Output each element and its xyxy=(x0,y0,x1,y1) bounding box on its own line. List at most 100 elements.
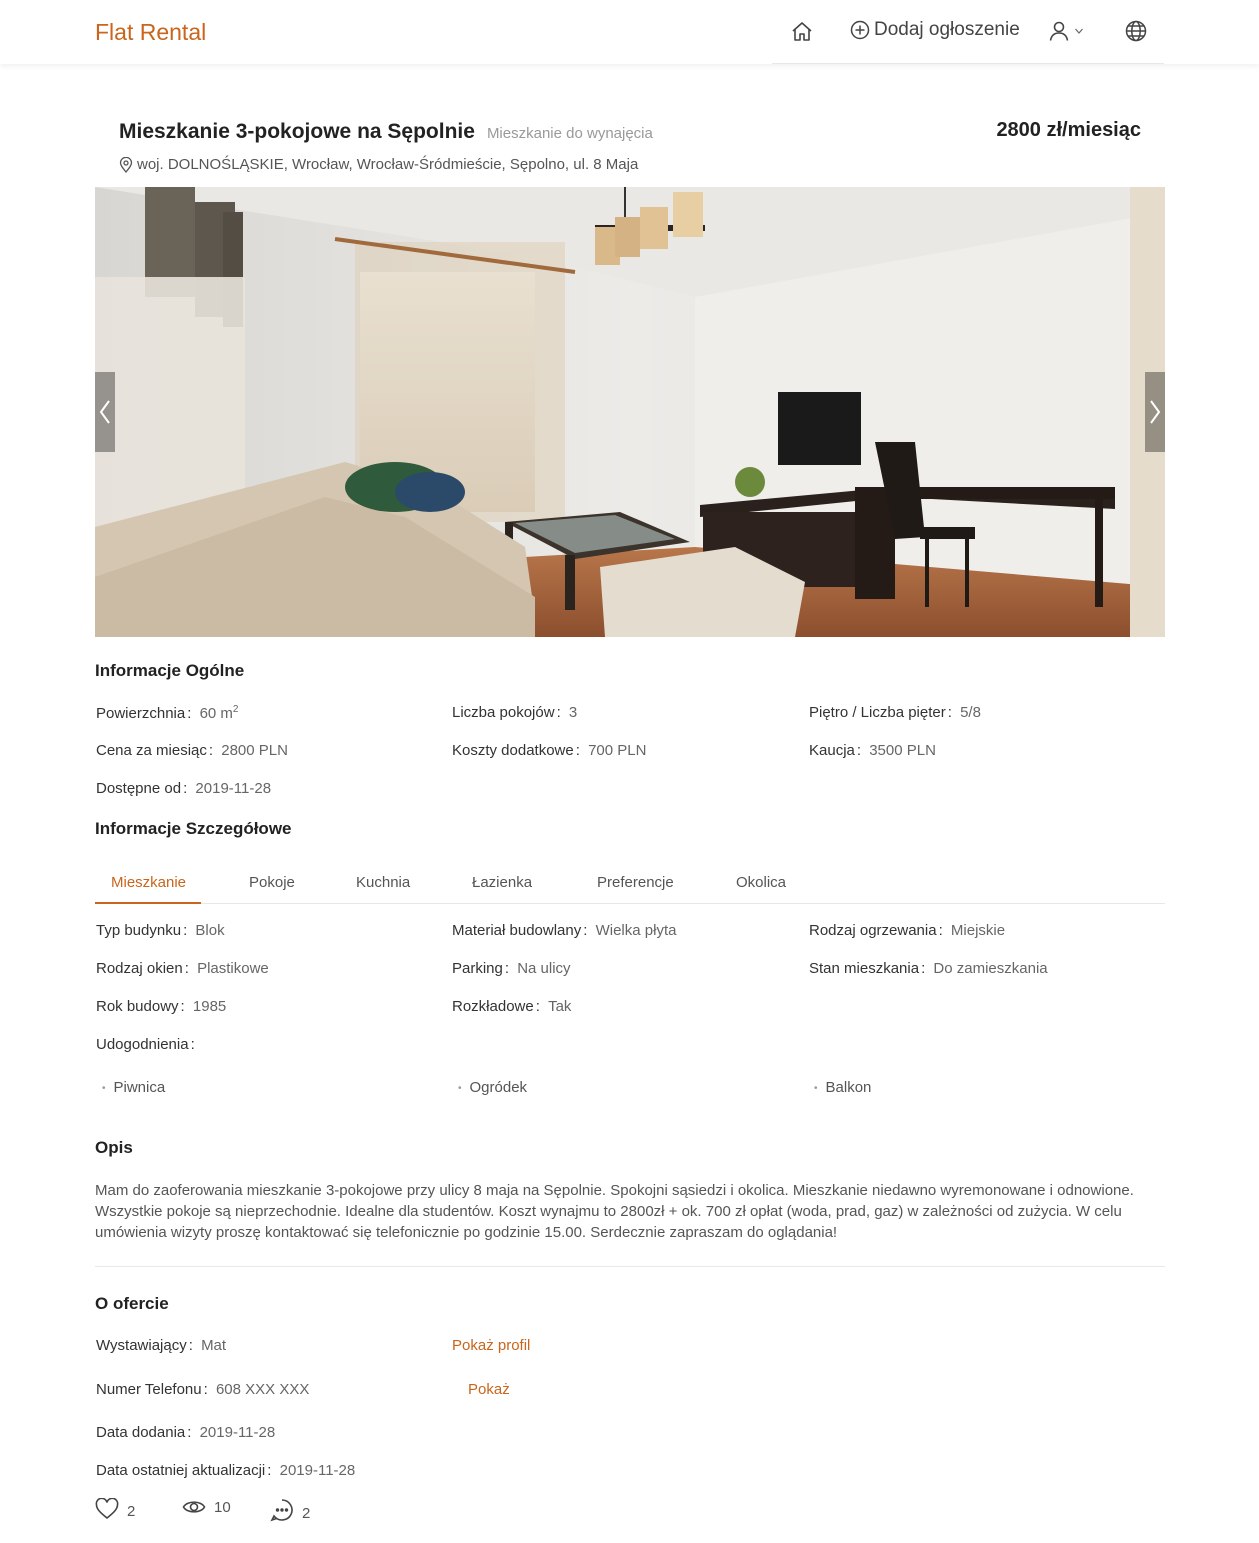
field-layout: Rozkładowe: Tak xyxy=(452,998,572,1015)
amenity-item: • Ogródek xyxy=(458,1079,528,1096)
field-last-update: Data ostatniej aktualizacji: 2019-11-28 xyxy=(96,1462,356,1479)
field-label: Koszty dodatkowe xyxy=(452,742,574,759)
tab-okolica[interactable]: Okolica xyxy=(736,874,786,891)
user-menu[interactable] xyxy=(1048,20,1084,42)
field-phone: Numer Telefonu: 608 XXX XXX xyxy=(96,1381,310,1398)
field-label: Kaucja xyxy=(809,742,855,759)
field-label: Powierzchnia xyxy=(96,705,186,722)
field-value: 1985 xyxy=(192,998,227,1015)
bullet-icon: • xyxy=(102,1082,106,1094)
nav-menu: Dodaj ogłoszenie xyxy=(772,0,1164,64)
field-value: 2019-11-28 xyxy=(279,1462,356,1479)
field-amenities: Udogodnienia: xyxy=(96,1036,195,1053)
field-condition: Stan mieszkania: Do zamieszkania xyxy=(809,960,1048,977)
field-label: Parking xyxy=(452,960,503,977)
tab-lazienka[interactable]: Łazienka xyxy=(472,874,532,891)
field-value: 2019-11-28 xyxy=(195,780,272,797)
tab-preferencje[interactable]: Preferencje xyxy=(597,874,674,891)
views-indicator: 10 xyxy=(182,1498,231,1516)
field-value: Mat xyxy=(201,1337,227,1354)
field-value: Plastikowe xyxy=(197,960,269,977)
field-value: Tak xyxy=(548,998,572,1015)
field-label: Piętro / Liczba pięter xyxy=(809,704,946,721)
field-value: Blok xyxy=(195,922,225,939)
location-pin-icon xyxy=(119,156,133,173)
chevron-down-icon xyxy=(1075,28,1083,34)
field-label: Dostępne od xyxy=(96,780,182,797)
field-deposit: Kaucja: 3500 PLN xyxy=(809,742,936,759)
tab-mieszkanie[interactable]: Mieszkanie xyxy=(111,874,186,891)
user-icon xyxy=(1049,21,1069,41)
field-value: 608 XXX XXX xyxy=(215,1381,310,1398)
site-logo[interactable]: Flat Rental xyxy=(95,19,206,46)
active-tab-indicator xyxy=(95,902,201,904)
likes-button[interactable]: 2 xyxy=(95,1498,135,1520)
top-navbar: Flat Rental Dodaj ogłoszenie xyxy=(0,0,1259,64)
details-heading: Informacje Szczegółowe xyxy=(95,819,292,838)
field-value: 3500 PLN xyxy=(869,742,936,759)
field-extra-costs: Koszty dodatkowe: 700 PLN xyxy=(452,742,647,759)
listing-title: Mieszkanie 3-pokojowe na Sępolnie xyxy=(119,120,475,143)
field-label: Liczba pokojów xyxy=(452,704,555,721)
field-windows: Rodzaj okien: Plastikowe xyxy=(96,960,269,977)
chevron-right-icon xyxy=(1150,400,1161,424)
field-label: Rok budowy xyxy=(96,998,179,1015)
field-heating: Rodzaj ogrzewania: Miejskie xyxy=(809,922,1006,939)
listing-title-row: Mieszkanie 3-pokojowe na Sępolnie Mieszk… xyxy=(119,120,653,144)
field-value: 5/8 xyxy=(960,704,981,721)
description-heading: Opis xyxy=(95,1138,133,1157)
bullet-icon: • xyxy=(814,1082,818,1094)
field-label: Rozkładowe xyxy=(452,998,534,1015)
field-value: 60 m2 xyxy=(199,704,239,722)
field-label: Stan mieszkania xyxy=(809,960,920,977)
field-monthly-price: Cena za miesiąc: 2800 PLN xyxy=(96,742,288,759)
tab-kuchnia[interactable]: Kuchnia xyxy=(356,874,410,891)
language-globe-icon[interactable] xyxy=(1124,19,1148,48)
show-phone-button[interactable]: Pokaż xyxy=(468,1381,510,1398)
field-label: Numer Telefonu xyxy=(96,1381,202,1398)
offer-heading: O ofercie xyxy=(95,1294,169,1313)
apartment-photo xyxy=(95,187,1165,637)
listing-category: Mieszkanie do wynajęcia xyxy=(486,125,653,142)
field-build-year: Rok budowy: 1985 xyxy=(96,998,227,1015)
heart-icon xyxy=(95,1498,119,1520)
likes-count: 2 xyxy=(127,1503,136,1520)
show-profile-link[interactable]: Pokaż profil xyxy=(452,1337,530,1354)
field-value: Miejskie xyxy=(950,922,1006,939)
field-available-from: Dostępne od: 2019-11-28 xyxy=(96,780,272,797)
description-text: Mam do zaoferowania mieszkanie 3-pokojow… xyxy=(95,1182,1134,1241)
comments-count: 2 xyxy=(302,1505,311,1522)
field-label: Materiał budowlany xyxy=(452,922,582,939)
field-building-type: Typ budynku: Blok xyxy=(96,922,225,939)
field-label: Typ budynku xyxy=(96,922,182,939)
chevron-left-icon xyxy=(99,400,110,424)
field-building-material: Materiał budowlany: Wielka płyta xyxy=(452,922,677,939)
add-listing-button[interactable]: Dodaj ogłoszenie xyxy=(850,19,1020,41)
general-info-heading: Informacje Ogólne xyxy=(95,661,245,680)
gallery-prev-button[interactable] xyxy=(95,372,115,452)
eye-icon xyxy=(182,1501,206,1513)
field-parking: Parking: Na ulicy xyxy=(452,960,571,977)
field-value: 2019-11-28 xyxy=(199,1424,276,1441)
bullet-icon: • xyxy=(458,1082,462,1094)
field-rooms: Liczba pokojów: 3 xyxy=(452,704,578,721)
details-tabs: Mieszkanie Pokoje Kuchnia Łazienka Prefe… xyxy=(95,866,1165,904)
field-label: Wystawiający xyxy=(96,1337,187,1354)
field-value: 3 xyxy=(568,704,578,721)
field-label: Rodzaj okien xyxy=(96,960,183,977)
listing-price: 2800 zł/miesiąc xyxy=(996,119,1141,141)
field-floor: Piętro / Liczba pięter: 5/8 xyxy=(809,704,981,721)
field-value: 700 PLN xyxy=(588,742,647,759)
comment-icon xyxy=(270,1499,293,1522)
tab-pokoje[interactable]: Pokoje xyxy=(249,874,295,891)
field-label: Data dodania xyxy=(96,1424,186,1441)
add-listing-label: Dodaj ogłoszenie xyxy=(874,19,1020,40)
field-label: Udogodnienia xyxy=(96,1036,189,1053)
comments-button[interactable]: 2 xyxy=(270,1498,310,1522)
amenity-item: • Piwnica xyxy=(102,1079,166,1096)
home-icon[interactable] xyxy=(790,20,814,44)
address-text: woj. DOLNOŚLĄSKIE, Wrocław, Wrocław-Śród… xyxy=(137,156,639,173)
gallery-next-button[interactable] xyxy=(1145,372,1165,452)
field-value: Na ulicy xyxy=(517,960,571,977)
photo-gallery xyxy=(95,187,1165,637)
